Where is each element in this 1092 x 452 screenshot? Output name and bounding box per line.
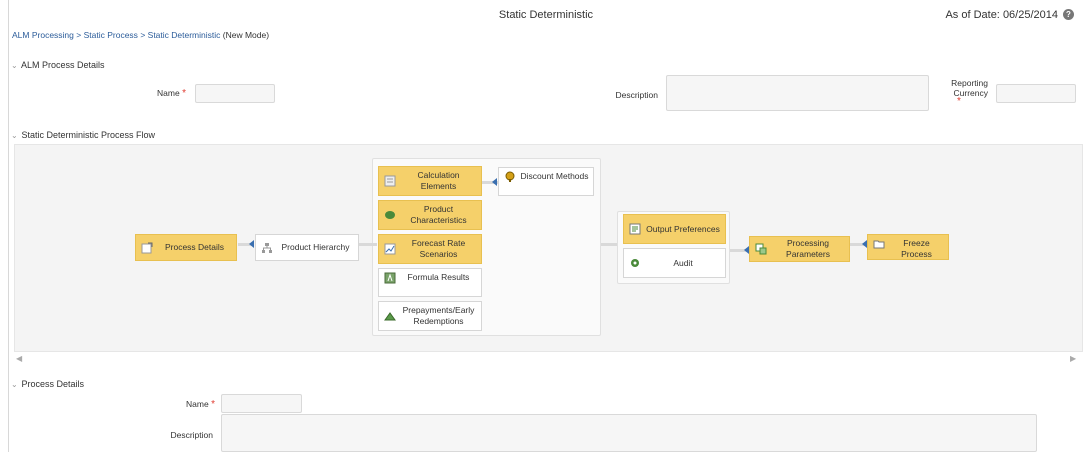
breadcrumb-mode: (New Mode) (222, 30, 270, 40)
node-label: Freeze Process (901, 238, 932, 259)
node-label: Prepayments/Early Redemptions (402, 305, 475, 326)
section-title: Process Details (21, 379, 85, 389)
arrow-left-icon (249, 240, 254, 248)
alm-process-details-header[interactable]: ⌄ ALM Process Details (11, 60, 105, 70)
chevron-down-icon: ⌄ (11, 380, 18, 389)
node-process-details[interactable]: Process Details (135, 234, 237, 261)
required-asterisk: * (182, 88, 186, 99)
process-details-header[interactable]: ⌄ Process Details (11, 379, 84, 389)
chart-icon (384, 243, 396, 255)
pd-name-label: Name * (155, 399, 215, 410)
breadcrumb: ALM Processing > Static Process > Static… (12, 30, 269, 40)
as-of-value: 06/25/2014 (1002, 9, 1058, 21)
audit-icon (629, 257, 641, 269)
breadcrumb-separator: > (76, 30, 82, 40)
leaf-icon (384, 209, 396, 221)
node-processing-parameters[interactable]: Processing Parameters (749, 236, 850, 262)
required-asterisk: * (957, 96, 961, 107)
node-label: Product Characteristics (410, 204, 467, 225)
alm-name-input[interactable] (195, 84, 275, 103)
node-label: Product Hierarchy (281, 242, 350, 252)
help-icon[interactable]: ? (1063, 9, 1074, 20)
breadcrumb-item-static-process[interactable]: Static Process (84, 30, 138, 40)
node-label: Process Details (164, 242, 225, 252)
section-title: Static Deterministic Process Flow (21, 130, 156, 140)
node-product-characteristics[interactable]: Product Characteristics (378, 200, 482, 230)
breadcrumb-item-alm-processing[interactable]: ALM Processing (12, 30, 74, 40)
node-discount-methods[interactable]: Discount Methods (498, 167, 594, 196)
formula-icon (384, 272, 396, 284)
node-label: Processing Parameters (786, 238, 830, 259)
section-title: ALM Process Details (21, 60, 105, 70)
chevron-down-icon: ⌄ (11, 131, 18, 140)
pd-description-label: Description (170, 430, 213, 440)
as-of-date: As of Date: 06/25/2014 (945, 9, 1058, 21)
node-label: Audit (673, 257, 693, 268)
name-label: Name * (130, 88, 186, 99)
pd-description-input[interactable] (221, 414, 1037, 452)
breadcrumb-item-static-deterministic[interactable]: Static Deterministic (148, 30, 221, 40)
scroll-right-icon[interactable]: ▶ (1070, 354, 1076, 363)
node-label: Forecast Rate Scenarios (411, 238, 466, 259)
name-label-text: Name (186, 399, 209, 409)
breadcrumb-separator: > (140, 30, 146, 40)
folder-icon (873, 238, 885, 250)
node-output-preferences[interactable]: Output Preferences (623, 214, 726, 244)
connector (359, 243, 377, 246)
node-product-hierarchy[interactable]: Product Hierarchy (255, 234, 359, 261)
output-icon (629, 223, 641, 235)
node-freeze-process[interactable]: Freeze Process (867, 234, 949, 260)
node-calculation-elements[interactable]: Calculation Elements (378, 166, 482, 196)
discount-icon (504, 171, 516, 183)
pd-name-input[interactable] (221, 394, 302, 413)
alm-description-input[interactable] (666, 75, 929, 111)
node-audit[interactable]: Audit (623, 248, 726, 278)
node-formula-results[interactable]: Formula Results (378, 268, 482, 297)
reporting-label-line1: Reporting (951, 78, 988, 88)
page-title: Static Deterministic (498, 9, 594, 21)
node-label: Discount Methods (520, 171, 589, 181)
name-label-text: Name (157, 88, 180, 98)
scroll-left-icon[interactable]: ◀ (16, 354, 22, 363)
process-flow-header[interactable]: ⌄ Static Deterministic Process Flow (11, 130, 155, 140)
reporting-currency-input[interactable] (996, 84, 1076, 103)
node-prepayments[interactable]: Prepayments/Early Redemptions (378, 301, 482, 331)
required-asterisk: * (211, 399, 215, 410)
document-edit-icon (141, 242, 153, 254)
node-label: Output Preferences (646, 223, 720, 234)
calculator-icon (384, 175, 396, 187)
node-label: Calculation Elements (417, 170, 460, 191)
prepayment-icon (384, 310, 396, 322)
as-of-label: As of Date: (945, 9, 1000, 21)
node-forecast-rate-scenarios[interactable]: Forecast Rate Scenarios (378, 234, 482, 264)
arrow-left-icon (492, 178, 497, 186)
chevron-down-icon: ⌄ (11, 61, 18, 70)
connector (601, 243, 617, 246)
description-label: Description (615, 90, 658, 100)
node-label: Formula Results (407, 272, 470, 282)
reporting-currency-label: Reporting Currency * (930, 78, 988, 107)
parameters-icon (755, 243, 767, 255)
hierarchy-icon (261, 242, 273, 254)
